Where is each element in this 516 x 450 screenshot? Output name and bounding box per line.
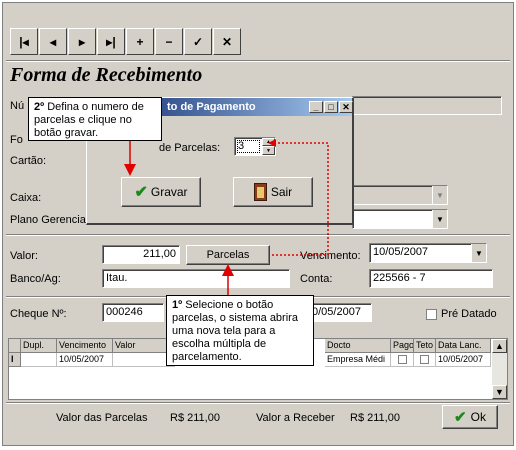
ok-button[interactable]: ✔ Ok — [442, 405, 498, 429]
grid-cell-pago[interactable] — [391, 353, 414, 367]
valor-parcelas-value: R$ 211,00 — [170, 412, 220, 424]
footer-divider — [6, 402, 510, 404]
scroll-down-icon[interactable]: ▼ — [492, 385, 507, 399]
first-record-button[interactable]: |◂ — [10, 28, 38, 55]
section-divider — [6, 234, 510, 236]
parcelas-button[interactable]: Parcelas — [186, 245, 270, 265]
valor-label: Valor: — [10, 250, 38, 262]
grid-cell-dupl[interactable] — [21, 353, 57, 367]
maximize-icon[interactable]: □ — [324, 101, 338, 113]
check-icon: ✔ — [454, 409, 467, 426]
cancel-button[interactable]: ✕ — [213, 28, 241, 55]
grid-header-docto: Docto — [325, 339, 391, 353]
step1-text: Selecione o botão parcelas, o sistema ab… — [172, 299, 298, 363]
cheque-date-input[interactable]: 0/05/2007 — [308, 303, 372, 322]
scroll-up-icon[interactable]: ▲ — [492, 339, 507, 353]
vencimento-label: Vencimento: — [300, 250, 361, 262]
gravar-label: Gravar — [150, 185, 188, 199]
dialog-parcelas-label: de Parcelas: — [159, 142, 221, 154]
parcelas-value[interactable]: 3 — [235, 138, 262, 155]
minimize-icon[interactable]: _ — [309, 101, 323, 113]
grid-header-data-lanc: Data Lanc. — [436, 339, 491, 353]
valor-input[interactable]: 211,00 — [102, 245, 180, 264]
spinner-buttons: ▲ ▼ — [262, 138, 275, 155]
exit-door-icon — [253, 183, 267, 201]
grid-header-pago: Pago — [391, 339, 414, 353]
caixa-label: Caixa: — [10, 192, 42, 204]
pago-checkbox[interactable] — [397, 355, 407, 364]
grid-header-teto: Teto — [414, 339, 436, 353]
conta-input[interactable]: 225566 - 7 — [369, 269, 493, 288]
pre-datado-label: Pré Datado — [441, 308, 497, 320]
grid-header-vencimento: Vencimento — [57, 339, 113, 353]
grid-cell-data-lanc[interactable]: 10/05/2007 — [436, 353, 491, 367]
pre-datado-checkbox[interactable]: Pré Datado — [426, 308, 497, 320]
banco-input[interactable]: Itau. — [102, 269, 290, 288]
dialog-window-controls: _ □ ✕ — [309, 101, 353, 113]
chevron-down-icon[interactable]: ▼ — [432, 186, 447, 204]
vencimento-value: 10/05/2007 — [373, 246, 429, 258]
toolbar-divider — [6, 60, 510, 62]
valor-receber-value: R$ 211,00 — [350, 412, 400, 424]
toolbar: |◂ ◂ ▸ ▸| + − ✓ ✕ — [10, 28, 290, 58]
numero-field — [352, 96, 502, 115]
check-icon: ✔ — [134, 184, 148, 201]
valor-receber-label: Valor a Receber — [256, 412, 335, 424]
forma-label: Fo — [10, 134, 23, 146]
spin-up-icon[interactable]: ▲ — [262, 138, 275, 146]
step2-note: 2º Defina o numero de parcelas e clique … — [28, 97, 162, 141]
grid-cell-teto[interactable] — [414, 353, 436, 367]
grid-row-marker[interactable]: I — [9, 353, 21, 367]
remove-button[interactable]: − — [155, 28, 183, 55]
dialog-title: to de Pagamento — [167, 101, 256, 113]
step2-text: Defina o numero de parcelas e clique no … — [34, 101, 144, 139]
step1-note: 1º Selecione o botão parcelas, o sistema… — [166, 295, 314, 366]
conta-label: Conta: — [300, 273, 333, 285]
chevron-down-icon[interactable]: ▼ — [471, 244, 486, 262]
checkbox-box[interactable] — [426, 308, 437, 320]
ok-label: Ok — [470, 410, 486, 424]
valor-parcelas-label: Valor das Parcelas — [56, 412, 148, 424]
plano-dropdown[interactable]: ▼ — [352, 209, 448, 229]
teto-checkbox[interactable] — [420, 355, 429, 364]
grid-cell-vencimento[interactable]: 10/05/2007 — [57, 353, 113, 367]
cartao-label: Cartão: — [10, 155, 47, 167]
sair-label: Sair — [270, 185, 293, 199]
next-record-button[interactable]: ▸ — [68, 28, 96, 55]
cheque-input[interactable]: 000246 — [102, 303, 164, 322]
last-record-button[interactable]: ▸| — [97, 28, 125, 55]
chevron-down-icon[interactable]: ▼ — [432, 210, 447, 228]
banco-label: Banco/Ag: — [10, 273, 61, 285]
grid-header-dupl: Dupl. — [21, 339, 57, 353]
prev-record-button[interactable]: ◂ — [39, 28, 67, 55]
close-icon[interactable]: ✕ — [339, 101, 353, 113]
grid-scrollbar[interactable]: ▲ ▼ — [492, 339, 507, 399]
gravar-button[interactable]: ✔ Gravar — [121, 177, 201, 207]
parcelas-spinner[interactable]: 3 ▲ ▼ — [234, 137, 276, 156]
step2-number: 2º — [34, 101, 45, 113]
confirm-button[interactable]: ✓ — [184, 28, 212, 55]
add-button[interactable]: + — [126, 28, 154, 55]
numero-label: Nú — [10, 100, 25, 112]
sair-button[interactable]: Sair — [233, 177, 313, 207]
cheque-label: Cheque Nº: — [10, 308, 67, 320]
grid-corner — [9, 339, 21, 353]
page-title: Forma de Recebimento — [10, 64, 203, 86]
vencimento-dropdown[interactable]: 10/05/2007 ▼ — [369, 243, 487, 263]
step1-number: 1º — [172, 299, 183, 311]
grid-cell-docto[interactable]: Empresa Médi — [325, 353, 391, 367]
spin-down-icon[interactable]: ▼ — [262, 146, 275, 155]
caixa-dropdown[interactable]: ▼ — [352, 185, 448, 205]
plano-label: Plano Gerencia — [10, 214, 86, 226]
